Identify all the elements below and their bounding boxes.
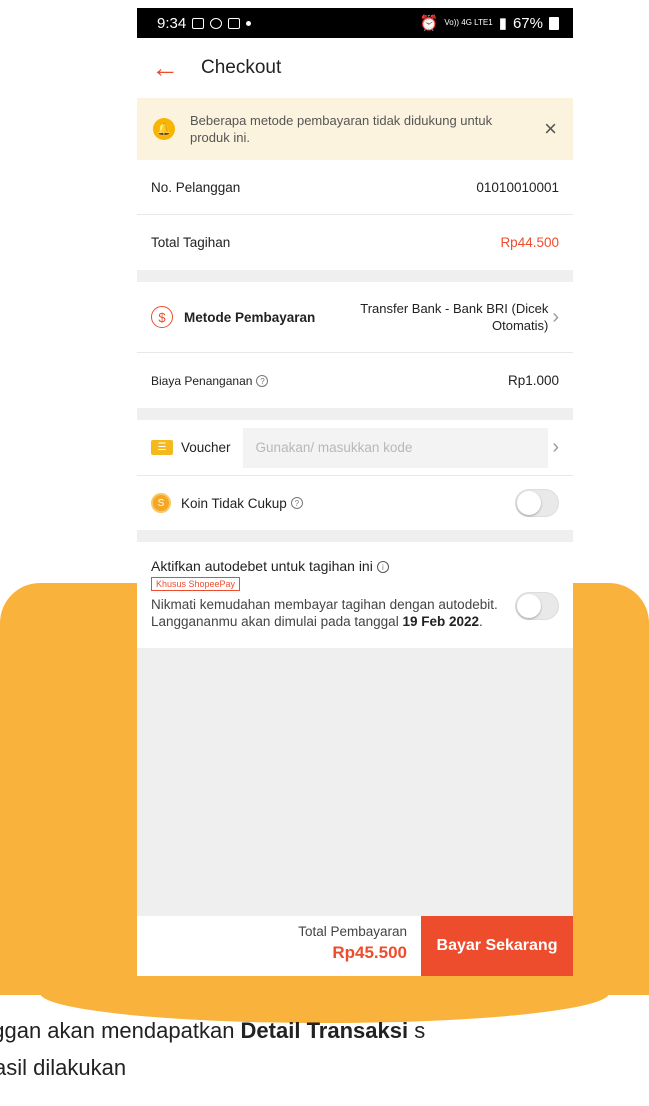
signal-icon: ▮ (498, 15, 507, 32)
network-indicator: Vo)) 4G LTE1 (444, 18, 493, 27)
handling-fee-row: Biaya Penanganan? Rp1.000 (137, 353, 573, 408)
payment-method-value: Transfer Bank - Bank BRI (Dicek Otomatis… (360, 301, 549, 333)
voucher-row: ☰ Voucher Gunakan/ masukkan kode › (137, 420, 573, 476)
notification-dot-icon (246, 20, 252, 26)
chevron-right-icon: › (552, 305, 559, 328)
banner-text: Beberapa metode pembayaran tidak didukun… (190, 113, 493, 145)
gallery-icon (192, 17, 205, 29)
payment-method-label: Metode Pembayaran (184, 309, 316, 325)
pay-now-button[interactable]: Bayar Sekarang (421, 916, 573, 976)
whatsapp-icon (210, 17, 223, 29)
autodebit-toggle[interactable] (515, 592, 559, 620)
page-header: ← Checkout (137, 38, 573, 98)
voucher-placeholder: Gunakan/ masukkan kode (255, 440, 413, 455)
autodebit-title: Aktifkan autodebet untuk tagihan ini (151, 558, 373, 574)
caption-text: nggan akan mendapatkan Detail Transaksi … (0, 1018, 426, 1080)
close-icon[interactable]: × (544, 116, 557, 142)
bell-icon: 🔔 (153, 118, 175, 140)
info-icon[interactable]: i (376, 561, 389, 574)
dollar-icon: $ (151, 306, 173, 328)
total-bill-row: Total Tagihan Rp44.500 (137, 215, 573, 270)
warning-banner: 🔔 Beberapa metode pembayaran tidak diduk… (137, 98, 573, 160)
customer-number-row: No. Pelanggan 01010010001 (137, 160, 573, 215)
autodebit-start-date: 19 Feb 2022 (402, 614, 480, 629)
chevron-right-icon[interactable]: › (552, 436, 559, 459)
total-payment-value: Rp45.500 (332, 943, 407, 962)
battery-icon (549, 16, 559, 30)
coin-row: S Koin Tidak Cukup ? (137, 476, 573, 530)
page: 9:34 ⏰ Vo)) 4G LTE1 ▮ 67% ← Checkout 🔔 B… (0, 0, 649, 1106)
handling-fee-label: Biaya Penanganan (151, 373, 253, 388)
checkout-footer: Total Pembayaran Rp45.500 Bayar Sekarang (137, 916, 573, 976)
payment-method-row[interactable]: $ Metode Pembayaran Transfer Bank - Bank… (137, 282, 573, 353)
customer-number-value: 01010010001 (476, 179, 559, 195)
autodebit-description: Nikmati kemudahan membayar tagihan denga… (151, 597, 498, 629)
total-payment-label: Total Pembayaran (298, 924, 407, 939)
total-bill-label: Total Tagihan (151, 235, 231, 250)
alarm-icon: ⏰ (419, 15, 439, 32)
status-bar: 9:34 ⏰ Vo)) 4G LTE1 ▮ 67% (137, 8, 573, 38)
coin-icon: S (151, 493, 171, 513)
phone-screen: 9:34 ⏰ Vo)) 4G LTE1 ▮ 67% ← Checkout 🔔 B… (137, 8, 573, 976)
customer-number-label: No. Pelanggan (151, 179, 241, 195)
coin-toggle[interactable] (515, 489, 559, 517)
total-bill-value: Rp44.500 (500, 235, 559, 250)
back-arrow-icon[interactable]: ← (151, 52, 191, 84)
laptop-icon (228, 17, 241, 29)
help-icon[interactable]: ? (256, 375, 269, 388)
coin-label: Koin Tidak Cukup (181, 495, 287, 511)
voucher-icon: ☰ (151, 440, 173, 455)
autodebit-section: Aktifkan autodebet untuk tagihan ini i Kh… (137, 542, 573, 648)
battery-level: 67% (512, 14, 543, 32)
shopeepay-badge: Khusus ShopeePay (151, 577, 241, 591)
voucher-code-input[interactable]: Gunakan/ masukkan kode (242, 427, 549, 468)
status-time: 9:34 (157, 14, 187, 32)
help-icon[interactable]: ? (290, 497, 303, 509)
voucher-label: Voucher (181, 440, 231, 455)
page-title: Checkout (201, 57, 282, 78)
handling-fee-value: Rp1.000 (507, 373, 559, 388)
